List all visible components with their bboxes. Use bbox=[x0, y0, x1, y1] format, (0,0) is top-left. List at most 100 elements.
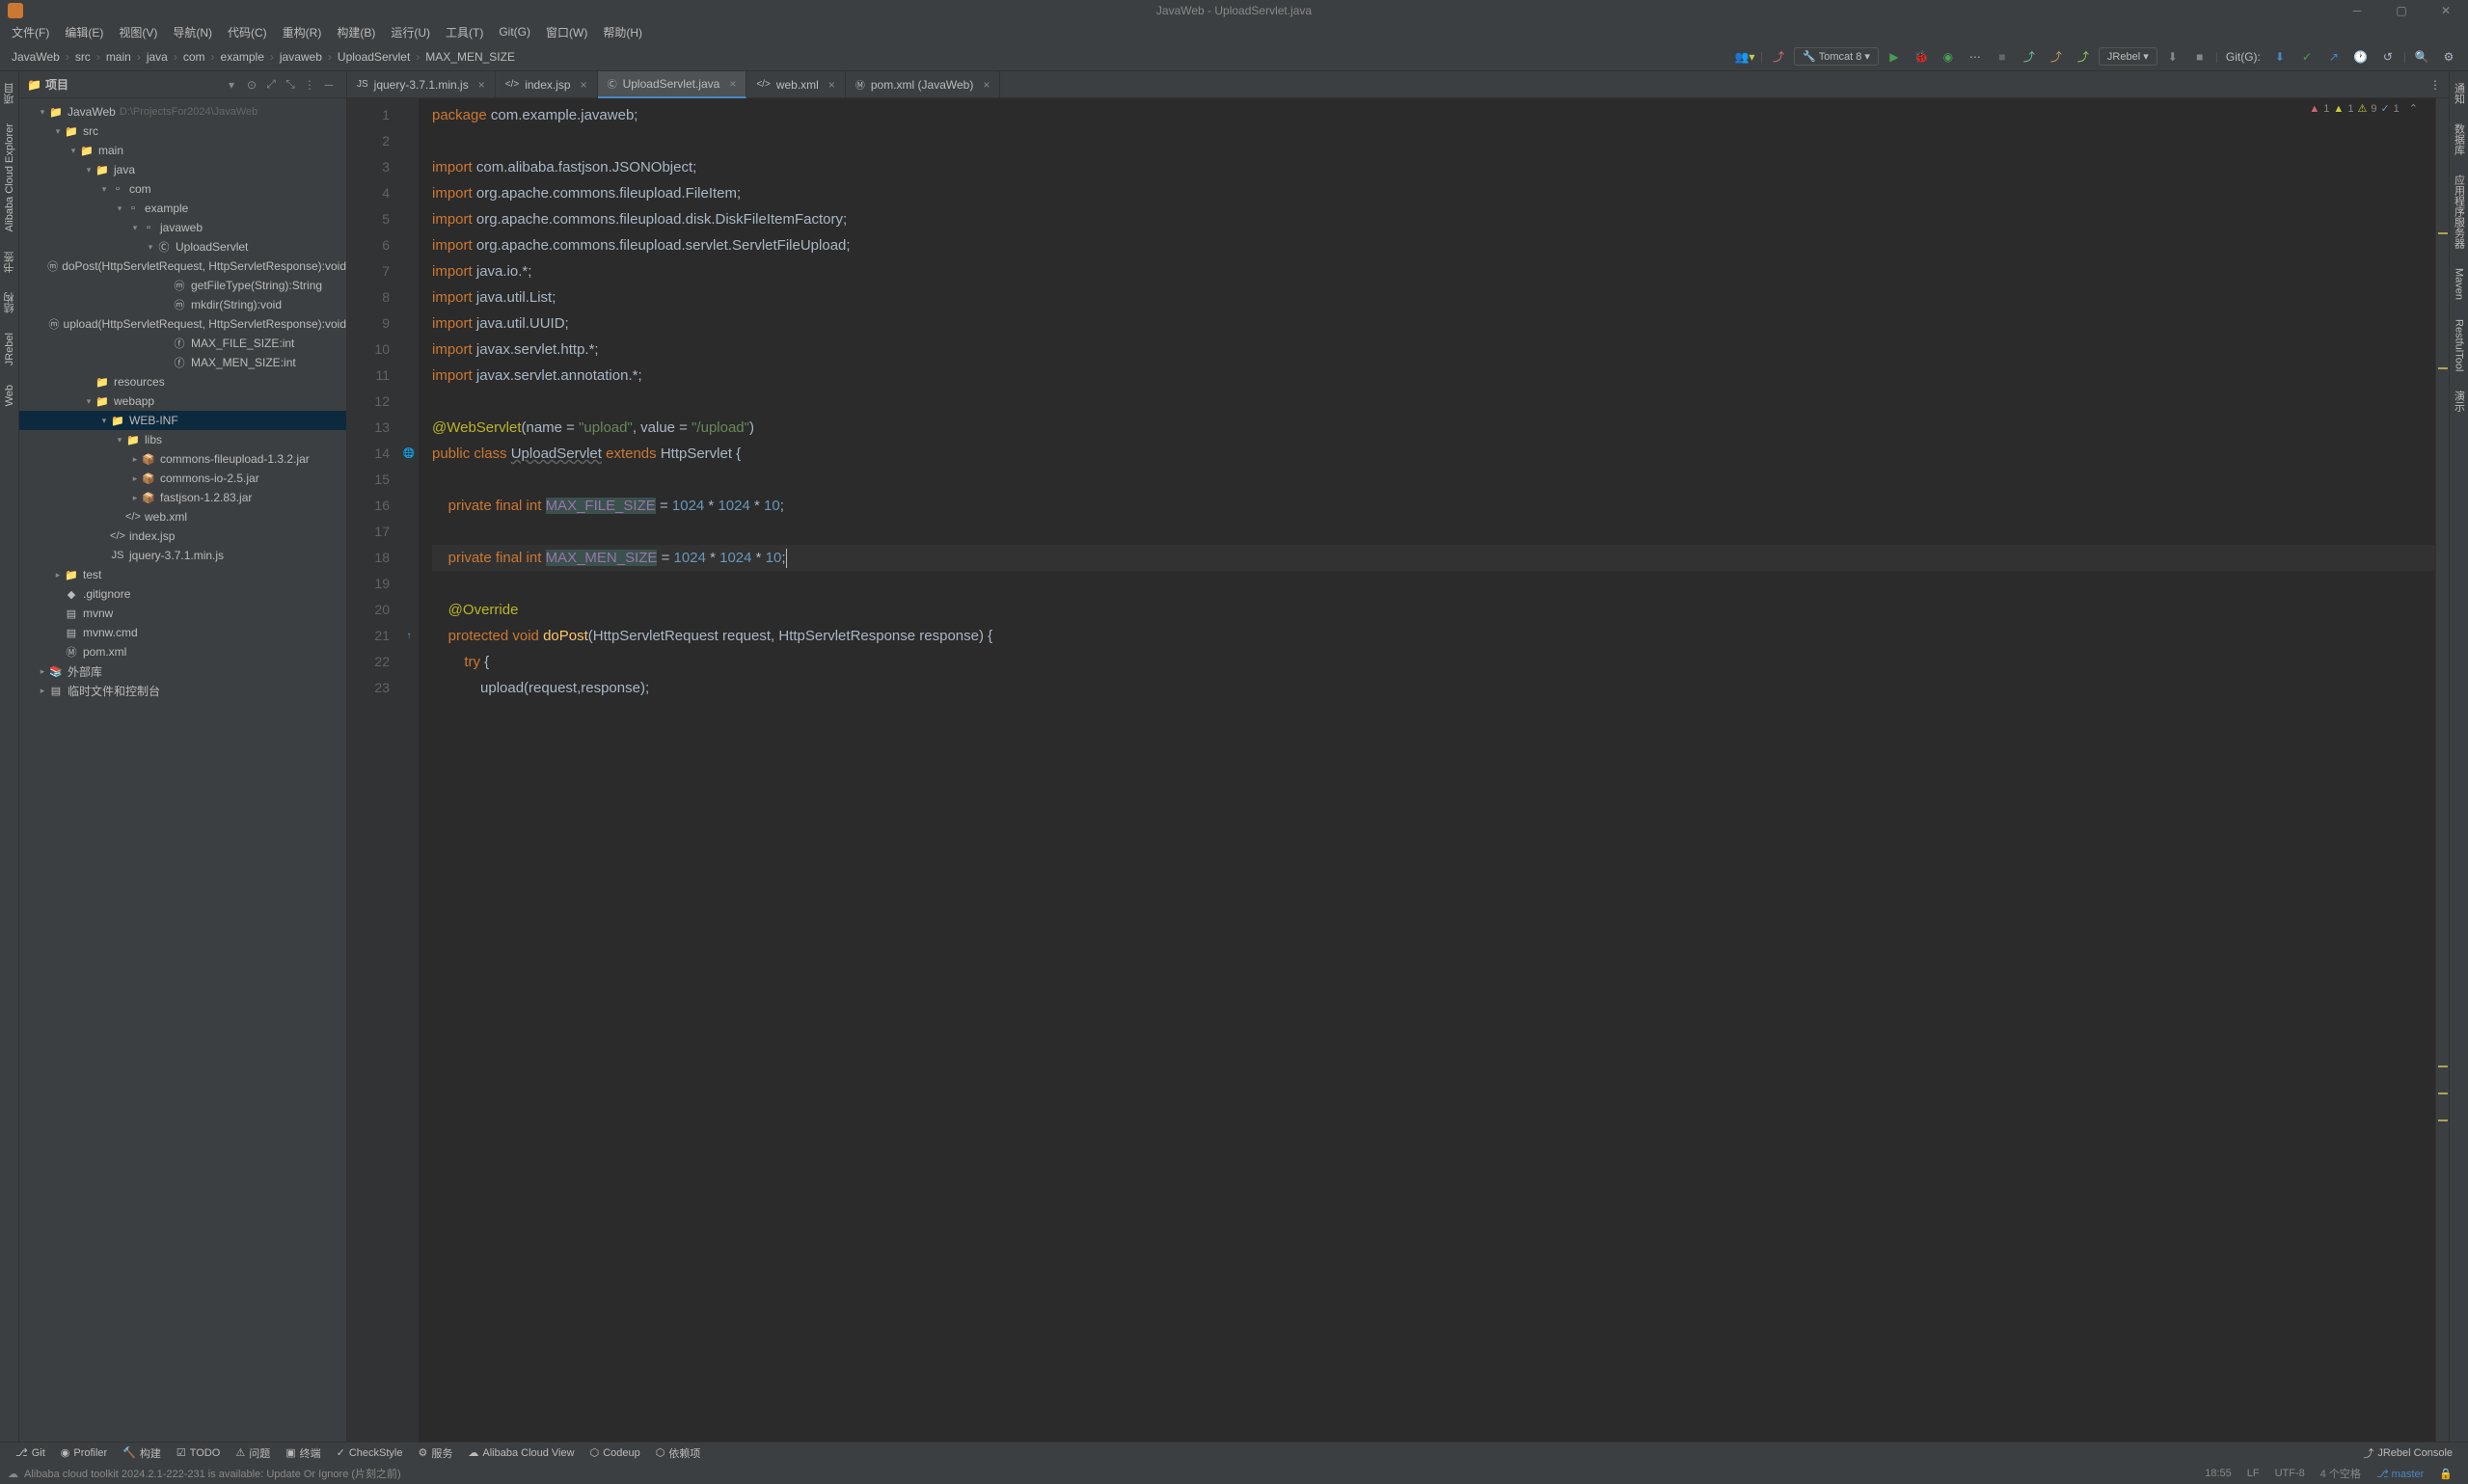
breadcrumb-item[interactable]: UploadServlet bbox=[334, 50, 414, 64]
tree-arrow-icon[interactable]: ▾ bbox=[129, 223, 141, 233]
tree-arrow-icon[interactable]: ▾ bbox=[114, 435, 125, 445]
tree-node[interactable]: ▾ⒸUploadServlet bbox=[19, 237, 346, 256]
tree-arrow-icon[interactable]: ▾ bbox=[145, 242, 156, 253]
profiler-button[interactable]: ⋯ bbox=[1964, 45, 1987, 68]
left-gutter-tab[interactable]: 结构 bbox=[0, 284, 19, 321]
tree-arrow-icon[interactable]: ▾ bbox=[52, 126, 64, 137]
stop-button[interactable]: ■ bbox=[1991, 45, 2014, 68]
git-push-icon[interactable]: ↗ bbox=[2322, 45, 2346, 68]
notification-icon[interactable]: ☁ bbox=[8, 1468, 18, 1480]
tree-node[interactable]: ⓜupload(HttpServletRequest, HttpServletR… bbox=[19, 314, 346, 334]
minimize-button[interactable]: ─ bbox=[2335, 0, 2379, 21]
gutter-icon[interactable]: 🌐 bbox=[403, 448, 415, 459]
tree-node[interactable]: ▾📁java bbox=[19, 160, 346, 179]
bottom-tool-button[interactable]: ⎇ Git bbox=[8, 1446, 53, 1459]
tree-arrow-icon[interactable]: ▾ bbox=[83, 165, 95, 175]
jrebel-console-button[interactable]: ⤴ JRebel Console bbox=[2355, 1445, 2460, 1461]
bottom-tool-button[interactable]: ☁ Alibaba Cloud View bbox=[460, 1446, 582, 1459]
tree-node[interactable]: ⓕMAX_MEN_SIZE:int bbox=[19, 353, 346, 372]
debug-button[interactable]: 🐞 bbox=[1910, 45, 1933, 68]
breadcrumb-item[interactable]: example bbox=[217, 50, 268, 64]
gutter-row[interactable] bbox=[399, 649, 419, 675]
menu-item[interactable]: 帮助(H) bbox=[595, 24, 650, 40]
jrebel-dropdown[interactable]: JRebel ▾ bbox=[2099, 47, 2157, 66]
tree-node[interactable]: ▸📁test bbox=[19, 565, 346, 584]
search-icon[interactable]: 🔍 bbox=[2410, 45, 2433, 68]
bottom-tool-button[interactable]: ⚠ 问题 bbox=[228, 1445, 278, 1461]
git-history-icon[interactable]: 🕐 bbox=[2349, 45, 2373, 68]
breadcrumb-item[interactable]: main bbox=[102, 50, 135, 64]
run-config-dropdown[interactable]: 🔧 Tomcat 8 ▾ bbox=[1794, 47, 1879, 66]
right-gutter-tab[interactable]: RestfulTool bbox=[2452, 311, 2467, 379]
tree-node[interactable]: ▸📦commons-io-2.5.jar bbox=[19, 469, 346, 488]
tree-arrow-icon[interactable]: ▾ bbox=[37, 107, 48, 118]
line-number[interactable]: 11 bbox=[347, 363, 390, 389]
breadcrumb-item[interactable]: MAX_MEN_SIZE bbox=[421, 50, 519, 64]
line-number[interactable]: 21 bbox=[347, 623, 390, 649]
rocket1-icon[interactable]: ⤴ bbox=[2018, 45, 2041, 68]
close-icon[interactable]: × bbox=[983, 78, 990, 92]
gutter-row[interactable] bbox=[399, 206, 419, 232]
line-number[interactable]: 16 bbox=[347, 493, 390, 519]
line-number[interactable]: 22 bbox=[347, 649, 390, 675]
gutter-row[interactable] bbox=[399, 519, 419, 545]
tree-arrow-icon[interactable]: ▾ bbox=[98, 184, 110, 195]
jrebel-rocket-icon[interactable]: ⤴ bbox=[1767, 45, 1790, 68]
tree-node[interactable]: ▸▤临时文件和控制台 bbox=[19, 681, 346, 700]
line-number[interactable]: 13 bbox=[347, 415, 390, 441]
gutter-row[interactable] bbox=[399, 571, 419, 597]
right-gutter-tab[interactable]: 数据库 bbox=[2450, 116, 2468, 163]
tree-node[interactable]: ▾📁WEB-INF bbox=[19, 411, 346, 430]
menu-item[interactable]: 编辑(E) bbox=[57, 24, 111, 40]
line-number[interactable]: 9 bbox=[347, 310, 390, 337]
gutter-row[interactable] bbox=[399, 363, 419, 389]
bottom-tool-button[interactable]: ⬡ 依赖项 bbox=[648, 1445, 709, 1461]
line-number[interactable]: 15 bbox=[347, 467, 390, 493]
bottom-tool-button[interactable]: ⚙ 服务 bbox=[411, 1445, 461, 1461]
stop2-icon[interactable]: ■ bbox=[2188, 45, 2211, 68]
line-number[interactable]: 8 bbox=[347, 284, 390, 310]
right-gutter-tab[interactable]: 演示 bbox=[2450, 383, 2468, 419]
gutter-row[interactable] bbox=[399, 128, 419, 154]
tree-arrow-icon[interactable]: ▾ bbox=[83, 396, 95, 407]
line-number[interactable]: 4 bbox=[347, 180, 390, 206]
line-number[interactable]: 18 bbox=[347, 545, 390, 571]
right-gutter-tab[interactable]: 应用程序服务器 bbox=[2450, 167, 2468, 256]
menu-item[interactable]: 窗口(W) bbox=[538, 24, 595, 40]
code-area[interactable]: ▲1 ▲1 ⚠9 ✓1 ⌃ package com.example.javawe… bbox=[419, 98, 2435, 1442]
gutter-row[interactable] bbox=[399, 154, 419, 180]
menu-item[interactable]: 代码(C) bbox=[220, 24, 275, 40]
settings-icon[interactable]: ⚙ bbox=[2437, 45, 2460, 68]
menu-item[interactable]: 重构(R) bbox=[275, 24, 330, 40]
editor-tab[interactable]: JSjquery-3.7.1.min.js× bbox=[347, 71, 496, 98]
tree-node[interactable]: ⓜdoPost(HttpServletRequest, HttpServletR… bbox=[19, 256, 346, 276]
lock-icon[interactable]: 🔒 bbox=[2431, 1468, 2460, 1480]
tree-node[interactable]: ▸📚外部库 bbox=[19, 661, 346, 681]
bottom-tool-button[interactable]: ▣ 终端 bbox=[278, 1445, 328, 1461]
coverage-button[interactable]: ◉ bbox=[1937, 45, 1960, 68]
indent[interactable]: 4 个空格 bbox=[2313, 1466, 2369, 1481]
tree-node[interactable]: </>index.jsp bbox=[19, 526, 346, 546]
tree-node[interactable]: ▸📦commons-fileupload-1.3.2.jar bbox=[19, 449, 346, 469]
tree-node[interactable]: </>web.xml bbox=[19, 507, 346, 526]
tree-node[interactable]: ▾📁webapp bbox=[19, 391, 346, 411]
line-number[interactable]: 3 bbox=[347, 154, 390, 180]
close-icon[interactable]: × bbox=[828, 78, 835, 92]
inspection-widget[interactable]: ▲1 ▲1 ⚠9 ✓1 ⌃ bbox=[2305, 100, 2422, 117]
tree-node[interactable]: ▤mvnw bbox=[19, 604, 346, 623]
collapse-icon[interactable]: ⤡ bbox=[281, 75, 300, 94]
tree-node[interactable]: ▸📦fastjson-1.2.83.jar bbox=[19, 488, 346, 507]
tabs-menu-icon[interactable]: ⋮ bbox=[2422, 78, 2449, 92]
line-number[interactable]: 17 bbox=[347, 519, 390, 545]
menu-item[interactable]: Git(G) bbox=[491, 25, 538, 39]
editor-tab[interactable]: ⒸUploadServlet.java× bbox=[598, 71, 747, 98]
dropdown-icon[interactable]: ▾ bbox=[229, 78, 234, 92]
tree-arrow-icon[interactable]: ▾ bbox=[68, 146, 79, 156]
gutter-row[interactable] bbox=[399, 493, 419, 519]
error-stripe[interactable] bbox=[2435, 98, 2449, 1442]
close-button[interactable]: ✕ bbox=[2424, 0, 2468, 21]
right-gutter-tab[interactable]: 通知 bbox=[2450, 75, 2468, 112]
tree-node[interactable]: ▾▫javaweb bbox=[19, 218, 346, 237]
locate-icon[interactable]: ⊙ bbox=[242, 75, 261, 94]
gutter-row[interactable] bbox=[399, 180, 419, 206]
